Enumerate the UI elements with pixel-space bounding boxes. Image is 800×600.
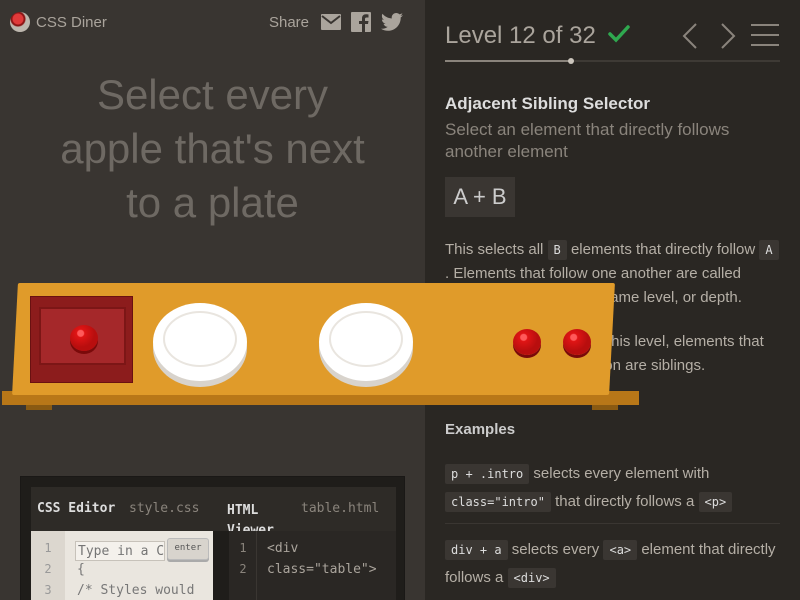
line-number: 3	[44, 583, 52, 597]
game-header: CSS Diner Share	[0, 0, 425, 44]
example-2: div + a selects every <a> element that d…	[445, 536, 785, 592]
hint-tag: B	[547, 240, 567, 260]
progress-marker	[567, 58, 574, 64]
html-code-line: class="table">	[267, 562, 377, 577]
hint-tag: A	[759, 240, 779, 260]
selector-name: Adjacent Sibling Selector	[445, 94, 650, 113]
css-gutter: 1 2 3	[31, 531, 65, 600]
plate-rim	[163, 311, 237, 367]
twitter-icon[interactable]	[381, 13, 403, 31]
example-code: <a>	[603, 540, 638, 560]
dinner-table	[0, 283, 640, 428]
css-code-line: /* Styles would	[77, 583, 195, 598]
divider	[445, 523, 780, 524]
next-level-icon[interactable]	[718, 22, 738, 54]
example-code: class="intro"	[445, 492, 551, 512]
app-name: CSS Diner	[36, 13, 107, 31]
css-file-name: style.css	[129, 501, 200, 516]
css-selector-input[interactable]	[75, 541, 165, 561]
selector-title: Select an element that directly follows …	[445, 120, 730, 161]
logo-icon	[10, 12, 30, 32]
example-code: p + .intro	[445, 464, 530, 484]
example-1: p + .intro selects every element with cl…	[445, 460, 785, 516]
table-leg	[26, 405, 52, 410]
email-icon[interactable]	[321, 14, 341, 30]
hint-text: This selects all	[445, 241, 544, 258]
apple[interactable]	[563, 329, 591, 355]
html-pane: 1 2 <div class="table">	[229, 531, 396, 600]
line-number: 2	[239, 562, 247, 576]
line-number: 1	[44, 541, 52, 555]
plate[interactable]	[319, 303, 413, 381]
example-text: selects every element with	[533, 465, 710, 482]
order-instruction: Select every apple that's next to a plat…	[0, 68, 425, 230]
level-indicator[interactable]: Level 12 of 32	[445, 22, 596, 50]
css-pane: 1 2 3 enter { /* Styles would	[31, 531, 213, 600]
enter-button[interactable]: enter	[167, 538, 209, 560]
selector-syntax: A + B	[445, 177, 515, 217]
example-code: <p>	[698, 492, 733, 512]
apple[interactable]	[70, 325, 98, 351]
instruction-line: Select every	[96, 71, 329, 118]
apple[interactable]	[513, 329, 541, 355]
plate[interactable]	[153, 303, 247, 381]
html-code-line: <div	[267, 541, 299, 556]
code-editor: CSS Editor style.css HTML Viewer table.h…	[20, 476, 405, 600]
example-code: div + a	[445, 540, 508, 560]
css-editor-label: CSS Editor	[37, 501, 116, 516]
level-menu-icon[interactable]	[751, 22, 779, 52]
line-number: 2	[44, 562, 52, 576]
example-text: that directly follows a	[555, 493, 695, 510]
instruction-line: to a plate	[126, 179, 299, 226]
progress-fill	[445, 60, 571, 62]
share-bar: Share	[269, 12, 403, 32]
check-icon	[608, 24, 630, 48]
level-progress-bar	[445, 58, 780, 64]
facebook-icon[interactable]	[351, 12, 371, 32]
html-gutter: 1 2	[229, 531, 257, 600]
instruction-line: apple that's next	[60, 125, 365, 172]
html-file-name: table.html	[301, 501, 380, 516]
share-label: Share	[268, 13, 309, 31]
table-leg	[592, 405, 618, 410]
example-code: <div>	[507, 568, 556, 588]
css-code-line: {	[77, 562, 85, 577]
example-text: selects every	[511, 541, 600, 558]
hint-text: elements that directly follow	[570, 241, 756, 258]
plate-rim	[329, 311, 403, 367]
line-number: 1	[239, 541, 247, 555]
logo[interactable]: CSS Diner	[10, 12, 107, 32]
previous-level-icon[interactable]	[680, 22, 700, 54]
